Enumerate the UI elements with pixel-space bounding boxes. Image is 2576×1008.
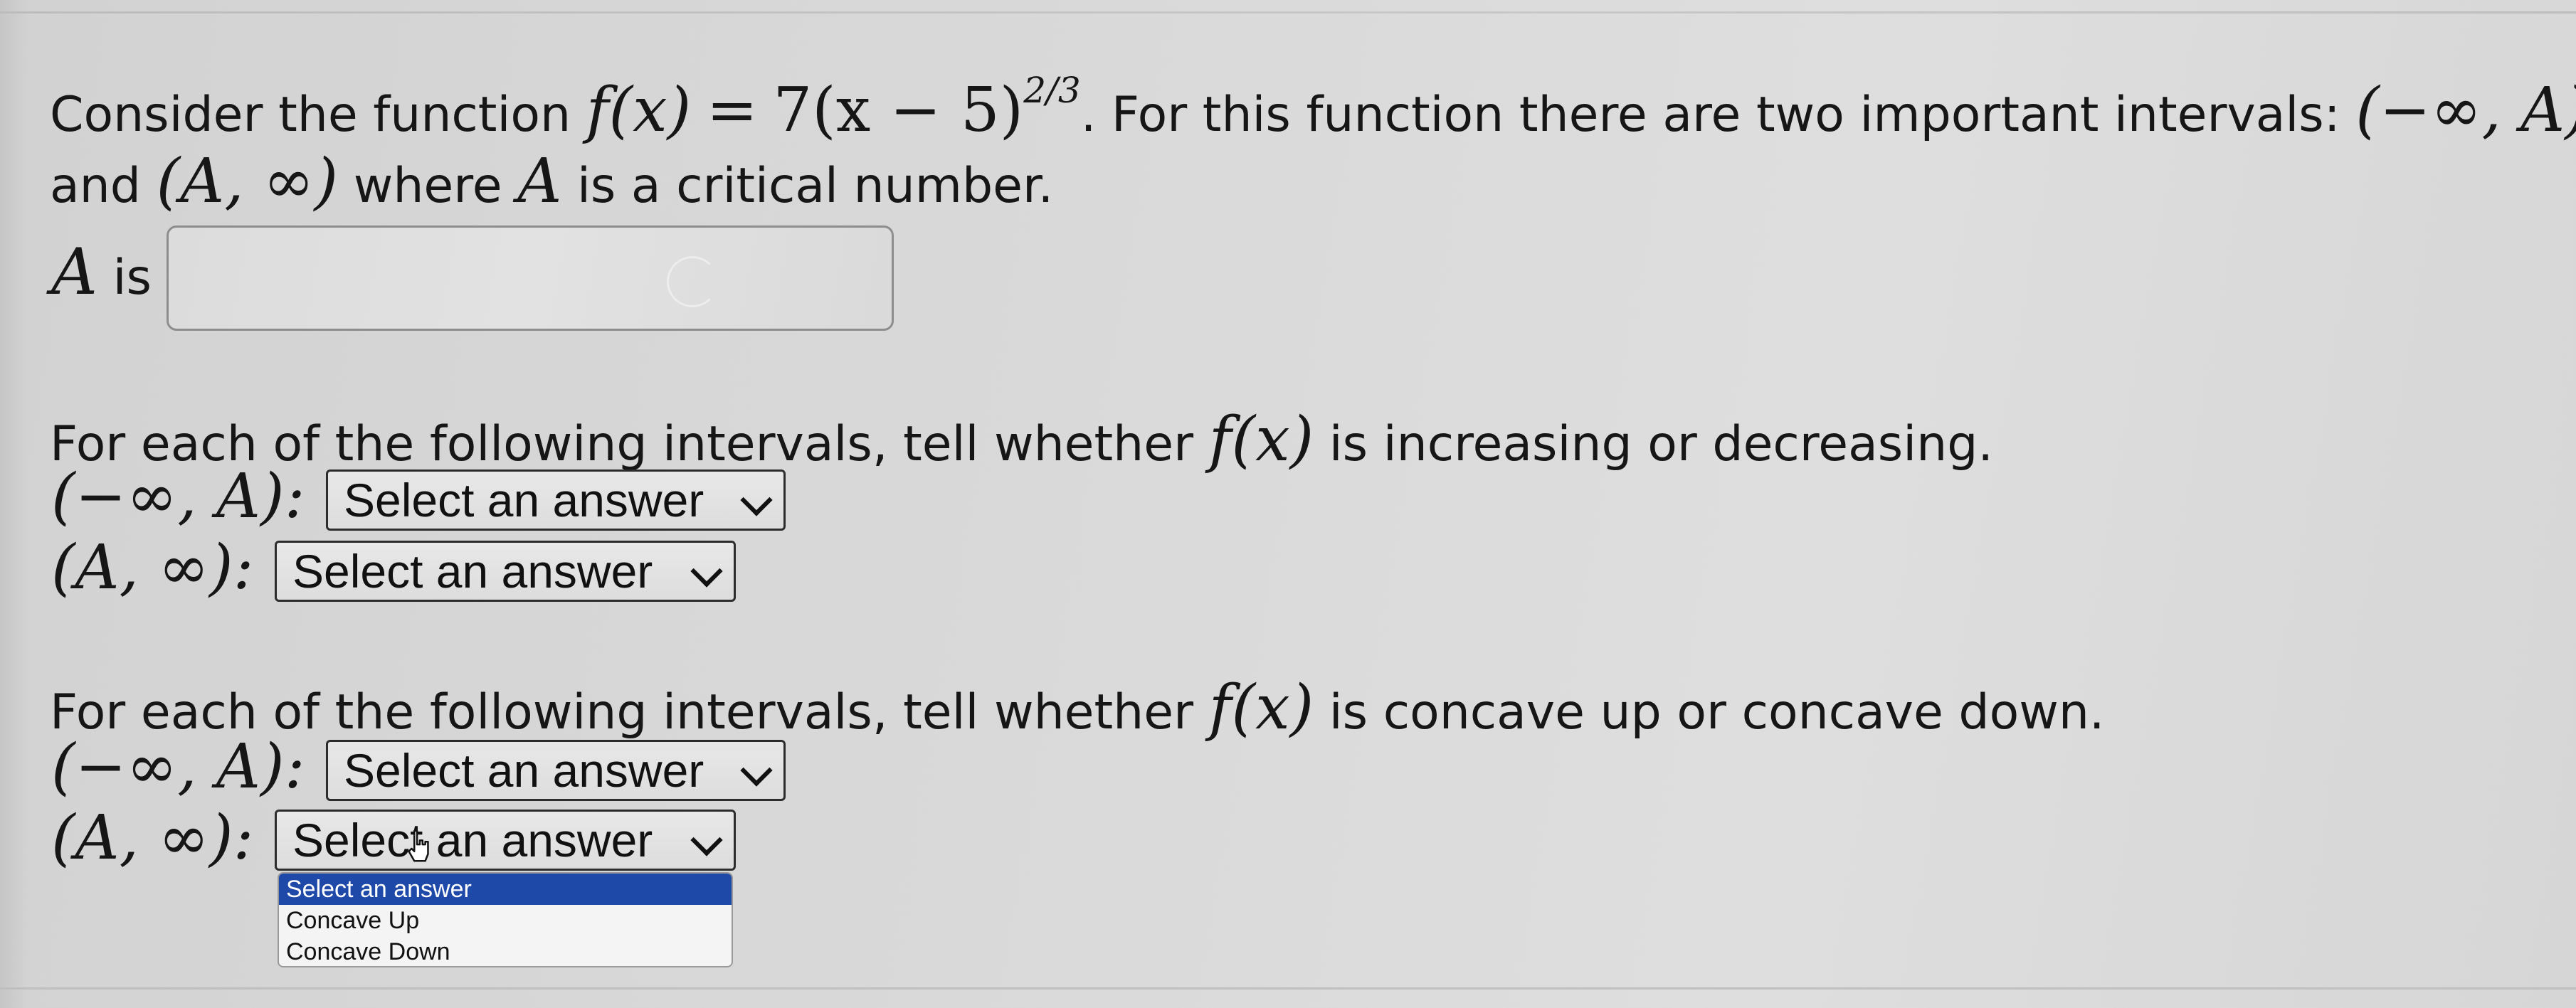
is-label: is (112, 250, 152, 306)
top-divider (0, 11, 2576, 14)
concavity-select-1-value: Select an answer (344, 744, 704, 797)
bottom-divider (0, 987, 2576, 990)
concavity-prompt-after: is concave up or concave down. (1329, 684, 2105, 741)
function-rhs: 7(x − 5) (773, 75, 1024, 146)
and-text: and (50, 158, 141, 214)
concavity-row-2-interval: (A, ∞): (51, 802, 254, 874)
intro-text-after: . For this function there are two import… (1080, 87, 2340, 143)
increasing-row-1-interval: (−∞, A): (51, 461, 305, 532)
spinner-icon (667, 256, 718, 307)
chevron-down-icon (740, 484, 773, 516)
chevron-down-icon (690, 555, 723, 588)
chevron-down-icon (690, 824, 723, 856)
increasing-select-2-value: Select an answer (292, 545, 653, 598)
var-a-inline: A (517, 146, 562, 217)
function-lhs: f(x) (586, 75, 692, 146)
question-line-2: and (A, ∞) where A is a critical number. (50, 151, 1053, 212)
chevron-down-icon (740, 754, 773, 787)
panel-edge (0, 0, 28, 1008)
concavity-select-2-value: Select an answer (292, 814, 653, 866)
concavity-dropdown-list[interactable]: Select an answer Concave Up Concave Down (278, 872, 733, 967)
equals-sign: = (706, 75, 758, 146)
intro-text: Consider the function (50, 87, 571, 143)
increasing-fx: f(x) (1208, 404, 1314, 475)
increasing-prompt: For each of the following intervals, tel… (50, 409, 1993, 470)
dropdown-option-select[interactable]: Select an answer (279, 874, 732, 905)
critical-number-text: is a critical number. (576, 158, 1054, 214)
critical-number-label: A is (51, 240, 152, 304)
concavity-prompt: For each of the following intervals, tel… (50, 677, 2105, 738)
hand-pointer-icon (408, 829, 429, 862)
critical-number-input[interactable] (167, 226, 894, 331)
increasing-prompt-after: is increasing or decreasing. (1329, 416, 1993, 472)
increasing-select-1-value: Select an answer (344, 474, 704, 526)
dropdown-option-concave-up[interactable]: Concave Up (279, 905, 732, 936)
question-line-1: Consider the function f(x) = 7(x − 5)2/3… (50, 73, 2576, 143)
increasing-row-2-interval: (A, ∞): (51, 532, 254, 603)
function-exponent: 2/3 (1023, 70, 1081, 111)
concavity-select-1[interactable]: Select an answer (326, 740, 786, 801)
interval-right-inline: (A, ∞) (156, 146, 339, 217)
concavity-row-1-interval: (−∞, A): (51, 731, 305, 802)
dropdown-option-concave-down[interactable]: Concave Down (279, 936, 732, 966)
increasing-select-2[interactable]: Select an answer (275, 541, 736, 602)
concavity-select-2[interactable]: Select an answer (275, 810, 736, 871)
where-text: where (353, 158, 502, 214)
concavity-fx: f(x) (1208, 672, 1314, 743)
var-a-label: A (51, 235, 97, 309)
increasing-select-1[interactable]: Select an answer (326, 469, 786, 531)
interval-left-inline: (−∞, A) (2355, 75, 2576, 146)
